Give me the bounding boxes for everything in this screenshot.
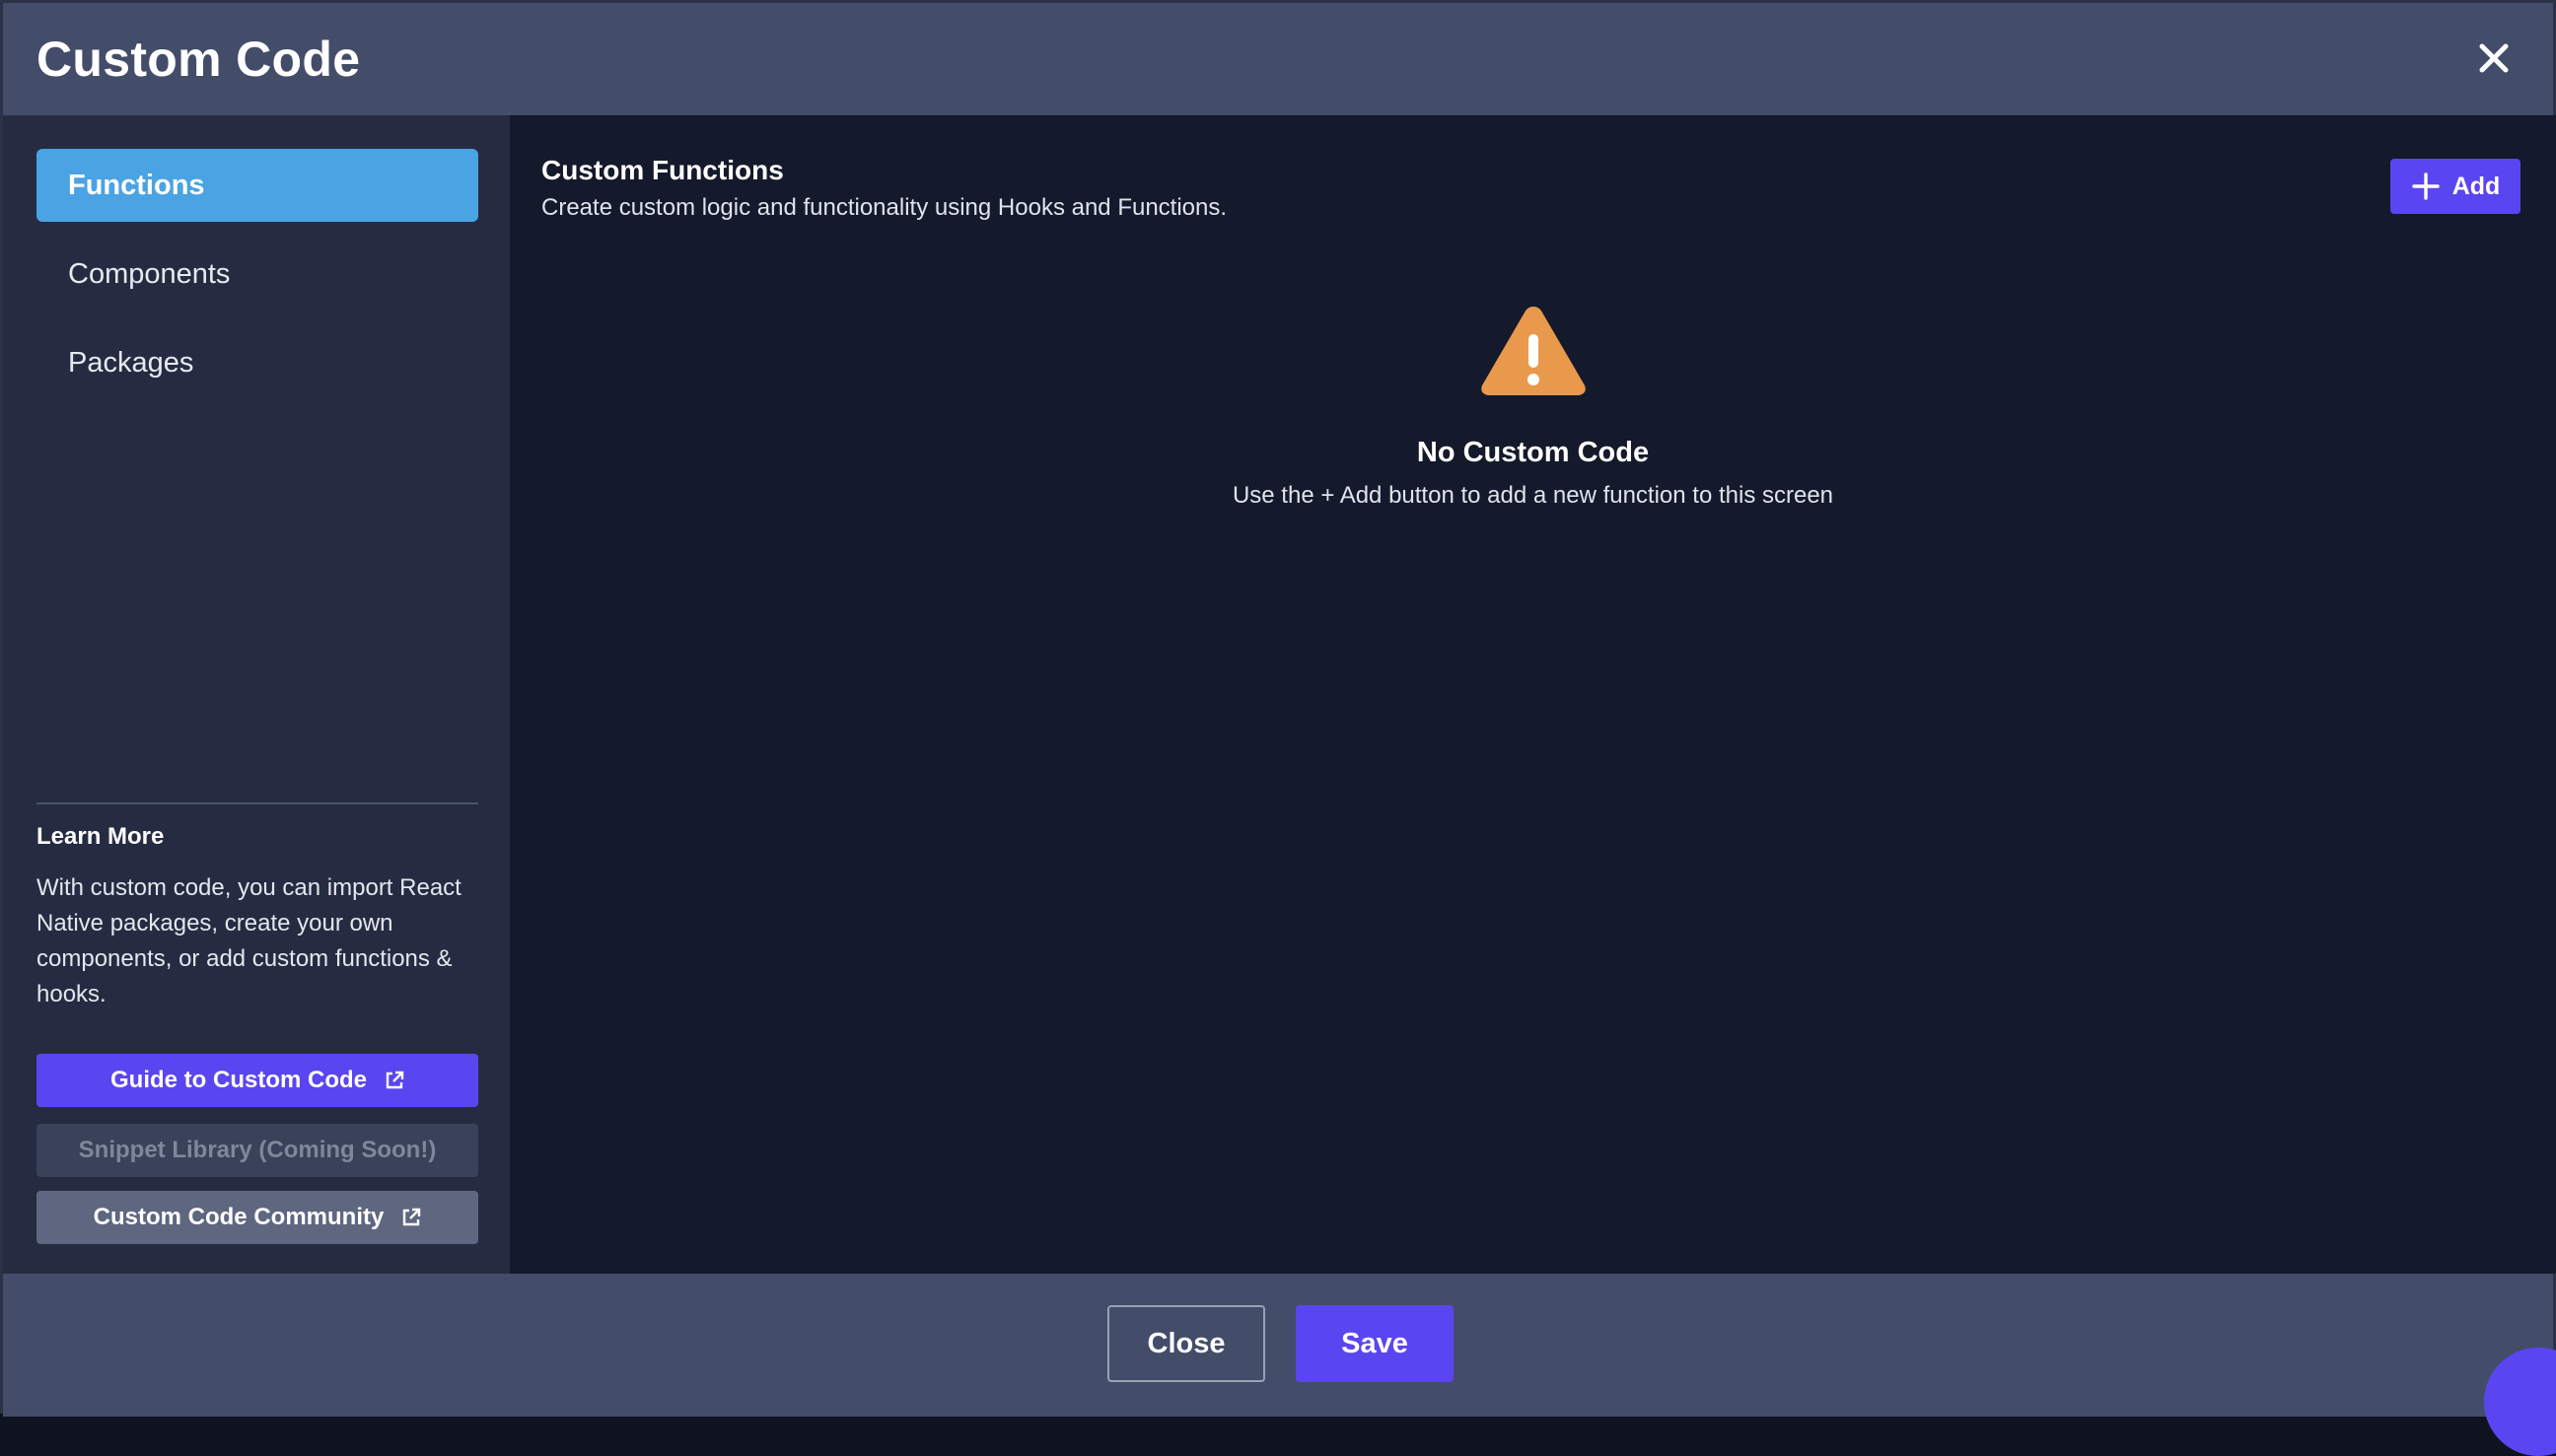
sidebar-item-label: Packages	[68, 346, 194, 379]
learn-more-title: Learn More	[36, 823, 165, 850]
external-link-icon	[403, 1208, 421, 1226]
community-button-label: Custom Code Community	[93, 1204, 385, 1230]
section-subtitle: Create custom logic and functionality us…	[541, 194, 1228, 221]
main-panel: Custom Functions Create custom logic and…	[510, 115, 2556, 1274]
save-button-label: Save	[1341, 1327, 1408, 1359]
modal-title: Custom Code	[36, 32, 361, 87]
warning-triangle-icon	[1481, 307, 1586, 395]
sidebar-item-components[interactable]: Components	[36, 238, 478, 311]
close-button[interactable]: Close	[1107, 1305, 1265, 1382]
sidebar-divider	[36, 802, 478, 804]
save-button[interactable]: Save	[1296, 1305, 1454, 1382]
add-button[interactable]: Add	[2390, 159, 2520, 214]
sidebar-item-functions[interactable]: Functions	[36, 149, 478, 222]
snippet-button-label: Snippet Library (Coming Soon!)	[78, 1137, 437, 1163]
external-link-icon	[386, 1071, 404, 1089]
empty-state-subtitle: Use the + Add button to add a new functi…	[1232, 482, 1834, 509]
snippet-library-button: Snippet Library (Coming Soon!)	[36, 1124, 478, 1177]
sidebar-item-label: Components	[68, 257, 231, 290]
close-button-label: Close	[1147, 1327, 1226, 1359]
custom-code-modal: Custom Code Functions Components Package…	[0, 0, 2556, 1456]
close-icon[interactable]	[2472, 36, 2516, 80]
chat-bubble[interactable]	[2484, 1348, 2556, 1456]
empty-state-title: No Custom Code	[1416, 437, 1650, 468]
learn-more-text: With custom code, you can import React N…	[36, 874, 462, 1007]
section-title: Custom Functions	[541, 155, 784, 185]
modal-footer: Close Save	[3, 1274, 2556, 1456]
guide-button-label: Guide to Custom Code	[110, 1067, 367, 1093]
modal-header: Custom Code	[3, 3, 2553, 115]
add-button-label: Add	[2451, 172, 2501, 200]
sidebar: Functions Components Packages Learn More…	[3, 115, 510, 1274]
custom-code-community-button[interactable]: Custom Code Community	[36, 1191, 478, 1244]
sidebar-item-packages[interactable]: Packages	[36, 326, 478, 399]
guide-to-custom-code-button[interactable]: Guide to Custom Code	[36, 1054, 478, 1107]
sidebar-item-label: Functions	[68, 169, 205, 201]
plus-icon	[2411, 173, 2440, 200]
